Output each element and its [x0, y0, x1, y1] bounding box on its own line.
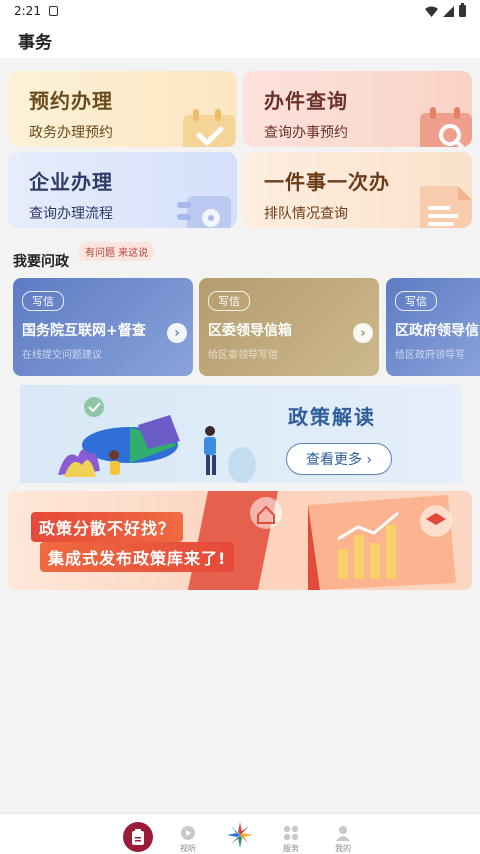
tab-audiovisual[interactable]: 视听: [180, 814, 196, 854]
section-title-ask: 我要问政: [13, 254, 69, 270]
bottom-tab-bar: 视听 服务 我的: [0, 813, 480, 854]
enterprise-icon: [177, 196, 231, 228]
star-logo-icon: [227, 822, 253, 848]
status-bar: 2:21: [0, 0, 480, 22]
calendar-check-icon: [183, 109, 235, 147]
tab-mine[interactable]: 我的: [335, 814, 351, 854]
tab-center-logo[interactable]: [225, 814, 255, 850]
policy-library-banner[interactable]: 政策分散不好找？ 集成式发布政策库来了!: [8, 491, 472, 590]
promo-line-1: 政策分散不好找？: [31, 512, 184, 542]
grid-icon: [283, 825, 299, 841]
chevron-right-icon[interactable]: ›: [167, 323, 187, 343]
letter-card-subtitle: 给区委领导写信: [208, 350, 278, 361]
tab-label: 我的: [335, 844, 351, 853]
battery-icon: [459, 3, 466, 17]
letter-card-title: 区政府领导信: [395, 323, 479, 339]
letter-card-subtitle: 在线提交问题建议: [22, 350, 102, 361]
write-letter-tag: 写信: [208, 291, 250, 311]
page-title: 事务: [0, 22, 480, 58]
ask-badge: 有问题 来这说: [79, 242, 155, 261]
document-icon: [420, 186, 472, 228]
wifi-icon: [425, 6, 438, 17]
letter-card-district-committee[interactable]: 写信 区委领导信箱 给区委领导写信 ›: [199, 278, 379, 376]
write-letter-tag: 写信: [395, 291, 437, 311]
policy-illustration: [58, 397, 256, 483]
letter-card-state-council[interactable]: 写信 国务院互联网+督查 在线提交问题建议 ›: [13, 278, 193, 376]
tab-label: 服务: [283, 844, 299, 853]
status-icons: [425, 3, 466, 17]
chevron-right-icon[interactable]: ›: [353, 323, 373, 343]
write-letter-tag: 写信: [22, 291, 64, 311]
letter-card-district-government[interactable]: 写信 区政府领导信 给区政府领导写: [386, 278, 480, 376]
signal-icon: [443, 5, 454, 17]
tab-label: 视听: [180, 844, 196, 853]
tab-affairs[interactable]: [123, 822, 153, 852]
letter-card-subtitle: 给区政府领导写: [395, 350, 465, 361]
calendar-search-icon: [420, 107, 472, 147]
tab-service[interactable]: 服务: [283, 814, 299, 854]
clipboard-icon: [132, 829, 144, 845]
user-icon: [336, 826, 350, 841]
service-card-one-stop[interactable]: 一件事一次办 排队情况查询: [243, 152, 472, 228]
service-card-enterprise[interactable]: 企业办理 查询办理流程: [8, 152, 237, 228]
status-time: 2:21: [14, 4, 41, 18]
service-card-query[interactable]: 办件查询 查询办事预约: [243, 71, 472, 147]
service-card-appointment[interactable]: 预约办理 政务办理预约: [8, 71, 237, 147]
notification-icon: [48, 6, 58, 16]
policy-banner-title: 政策解读: [288, 405, 376, 429]
promo-line-2: 集成式发布政策库来了!: [40, 542, 235, 572]
view-more-button[interactable]: 查看更多 ›: [286, 443, 392, 475]
policy-banner[interactable]: 政策解读 查看更多 ›: [20, 385, 461, 483]
play-icon: [181, 826, 195, 840]
